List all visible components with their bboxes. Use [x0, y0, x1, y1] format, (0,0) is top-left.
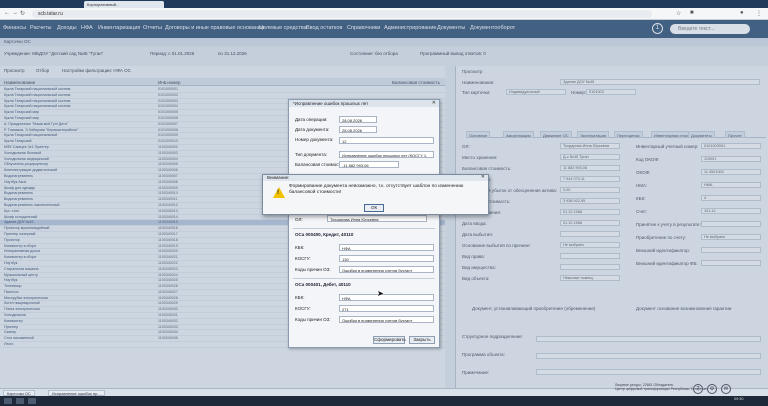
- kbk-label: КБК:: [295, 245, 305, 250]
- divider: [293, 228, 435, 229]
- ok-button[interactable]: ОК: [364, 204, 384, 212]
- url-field[interactable]: scb.tatar.ru: [32, 10, 652, 18]
- code-label: Коды причин ОЗ:: [295, 267, 331, 272]
- section-debit-title: ОСа 000401, Дебет, 40110: [295, 282, 351, 287]
- bal-field[interactable]: -11 882 993,06: [339, 161, 399, 168]
- reload-icon[interactable]: ↻: [20, 10, 25, 17]
- correction-document-dialog: *Исправление ошибок прошлых лет ✕ Дата о…: [288, 99, 440, 348]
- warning-icon: [273, 187, 285, 198]
- chat-icon[interactable]: ✉: [721, 384, 731, 394]
- help-icon[interactable]: ?: [693, 384, 703, 394]
- code-credit-select[interactable]: Ошибки в применении счетов бухгалт: [339, 266, 434, 273]
- close-button[interactable]: Закрыть: [409, 336, 435, 344]
- code-debit-select[interactable]: Ошибки в применении счетов бухгалт: [339, 316, 434, 323]
- exclamation-icon: !: [277, 190, 279, 196]
- back-icon[interactable]: ←: [4, 10, 10, 16]
- code-label: Коды причин ОЗ:: [295, 317, 331, 322]
- menu-icon[interactable]: ⋮: [756, 10, 762, 17]
- kbk-credit-select[interactable]: НФА: [339, 244, 434, 251]
- date-doc-label: Дата документа:: [295, 127, 330, 132]
- kosgu-credit-select[interactable]: 130: [339, 255, 434, 262]
- close-icon[interactable]: ✕: [481, 174, 485, 180]
- clock: 09:30: [734, 397, 744, 401]
- start-icon[interactable]: [4, 398, 12, 404]
- num-field[interactable]: 12: [339, 137, 434, 144]
- os-taskbar: 09:30: [0, 396, 768, 406]
- mouse-cursor-icon: ➤: [377, 289, 384, 298]
- kosgu-debit-select[interactable]: 271: [339, 305, 434, 312]
- star-icon[interactable]: ☆: [676, 10, 681, 17]
- taskbar-app-icon[interactable]: [16, 398, 24, 404]
- ol-label: ОЛ:: [295, 217, 303, 222]
- date-op-field[interactable]: 28.08.2026: [339, 116, 377, 123]
- kbk-label: КБК:: [295, 295, 305, 300]
- browser-tab[interactable]: Корпоративный...: [84, 1, 164, 8]
- kosgu-label: КОСГУ:: [295, 306, 311, 311]
- type-select[interactable]: Исправление ошибок прошлых лет (КОСГУ 1.: [339, 151, 434, 158]
- modal-title: Внимание:: [263, 175, 488, 181]
- dialog-title: *Исправление ошибок прошлых лет: [289, 100, 439, 107]
- date-op-label: Дата операции:: [295, 117, 328, 122]
- settings-icon[interactable]: ⚙: [707, 384, 717, 394]
- kbk-debit-select[interactable]: НФА: [339, 294, 434, 301]
- browser-tabstrip: Корпоративный...: [0, 0, 768, 8]
- divider: [293, 278, 435, 279]
- attention-modal: Внимание: ✕ ! Формирование документа нев…: [262, 174, 489, 215]
- profile-icon[interactable]: ●: [740, 10, 744, 16]
- taskbar-app-icon[interactable]: [28, 398, 36, 404]
- ol-field[interactable]: Тохдарова Инна Юрьевна: [327, 215, 427, 222]
- extensions-icon[interactable]: ■: [690, 10, 694, 16]
- num-label: Номер документа:: [295, 137, 334, 142]
- generate-button[interactable]: Сформировать: [373, 336, 406, 344]
- close-icon[interactable]: ✕: [432, 100, 436, 106]
- modal-message: Формирование документа невозможно, т.к. …: [289, 184, 464, 195]
- forward-icon[interactable]: →: [12, 10, 18, 16]
- kosgu-label: КОСГУ:: [295, 256, 311, 261]
- bal-label: Балансовая стоимость:: [295, 162, 345, 167]
- browser-address-bar: ← → ↻ scb.tatar.ru ☆ ■ ● ⋮: [0, 8, 768, 20]
- type-label: Тип документа:: [295, 152, 327, 157]
- section-credit-title: ОСа 000400, Кредит, 40110: [295, 232, 354, 237]
- date-doc-field[interactable]: 28.08.2026: [339, 126, 377, 133]
